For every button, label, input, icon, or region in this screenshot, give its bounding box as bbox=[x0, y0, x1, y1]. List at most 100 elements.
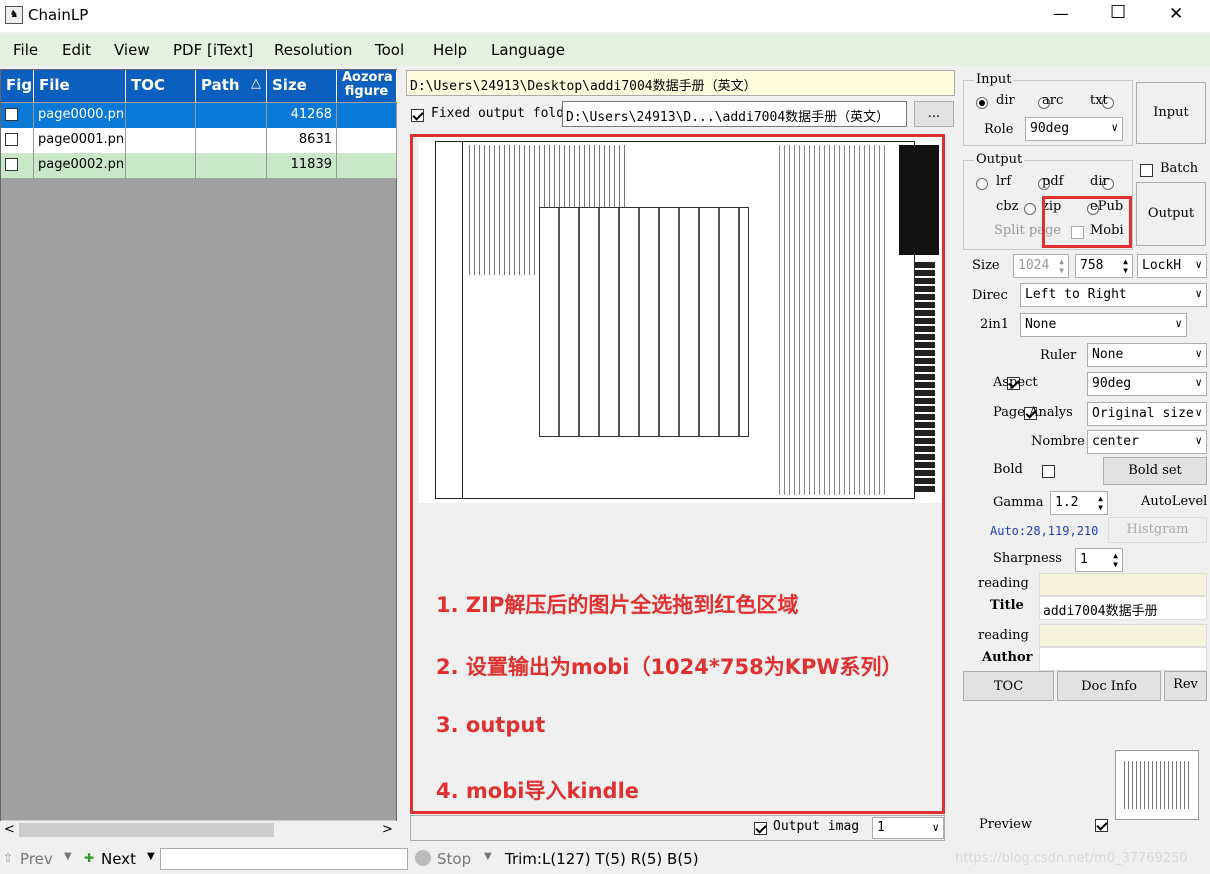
chevron-down-icon: ∨ bbox=[1195, 376, 1202, 389]
title-field[interactable]: addi7004数据手册 bbox=[1039, 596, 1207, 620]
maximize-button[interactable]: ☐ bbox=[1110, 2, 1126, 23]
menu-help[interactable]: Help bbox=[433, 41, 467, 59]
toc-cell bbox=[126, 128, 196, 153]
next-button[interactable]: Next bbox=[101, 850, 136, 868]
instruction-1: 1. ZIP解压后的图片全选拖到红色区域 bbox=[436, 593, 799, 617]
datasheet-heading bbox=[915, 262, 935, 492]
scroll-left-icon[interactable]: < bbox=[4, 822, 15, 837]
chevron-down-icon: ∨ bbox=[1195, 287, 1202, 300]
header-toc[interactable]: TOC bbox=[126, 70, 196, 102]
output-image-checkbox[interactable] bbox=[754, 822, 767, 835]
prev-dropdown-icon[interactable]: ▼ bbox=[64, 851, 72, 862]
author-reading-field[interactable] bbox=[1039, 624, 1207, 647]
browse-button[interactable]: ... bbox=[914, 101, 954, 127]
author-field[interactable] bbox=[1039, 647, 1207, 671]
twoin1-select[interactable]: None ∨ bbox=[1020, 313, 1187, 337]
width-input[interactable]: 1024 ▲ ▼ bbox=[1013, 254, 1069, 278]
rev-button[interactable]: Rev bbox=[1164, 671, 1207, 701]
page-analysis-select[interactable]: Original size ∨ bbox=[1087, 402, 1207, 426]
nombre-select[interactable]: center ∨ bbox=[1087, 430, 1207, 454]
input-button[interactable]: Input bbox=[1136, 82, 1206, 144]
minimize-button[interactable]: — bbox=[1053, 4, 1069, 23]
thumbnail-content bbox=[1124, 761, 1190, 809]
spin-icon[interactable]: ▲ ▼ bbox=[1059, 257, 1064, 275]
output-path-field[interactable]: D:\Users\24913\D...\addi7004数据手册（英文） bbox=[562, 101, 907, 127]
lrf-radio[interactable] bbox=[976, 177, 988, 190]
chevron-down-icon: ∨ bbox=[1195, 406, 1202, 419]
gamma-input[interactable]: 1.2 ▲ ▼ bbox=[1050, 491, 1108, 515]
twoin1-label: 2in1 bbox=[980, 317, 1010, 332]
histgram-button[interactable]: Histgram bbox=[1108, 517, 1207, 543]
fig-cell[interactable] bbox=[1, 153, 34, 178]
input-path-field[interactable]: D:\Users\24913\Desktop\addi7004数据手册（英文） bbox=[406, 70, 955, 96]
header-size[interactable]: Size bbox=[267, 70, 337, 102]
menu-view[interactable]: View bbox=[114, 41, 150, 59]
spin-icon[interactable]: ▲ ▼ bbox=[1098, 494, 1103, 512]
menu-language[interactable]: Language bbox=[491, 41, 565, 59]
header-path[interactable]: Path △ bbox=[196, 70, 267, 102]
nav-field[interactable] bbox=[160, 848, 408, 870]
header-file[interactable]: File bbox=[34, 70, 126, 102]
next-dropdown-icon[interactable]: ▼ bbox=[147, 851, 155, 862]
cbz-radio[interactable] bbox=[1024, 202, 1037, 215]
stop-dropdown-icon[interactable]: ▼ bbox=[484, 851, 492, 862]
menu-pdf[interactable]: PDF [iText] bbox=[173, 41, 253, 59]
sharpness-input[interactable]: 1 ▲ ▼ bbox=[1075, 548, 1123, 572]
menu-tool[interactable]: Tool bbox=[375, 41, 404, 59]
fig-checkbox[interactable] bbox=[5, 158, 18, 171]
lock-select[interactable]: LockH ∨ bbox=[1137, 254, 1207, 278]
aspect-select[interactable]: 90deg ∨ bbox=[1087, 372, 1207, 396]
preview-checkbox[interactable] bbox=[1095, 819, 1109, 832]
role-label: Role bbox=[984, 122, 1014, 137]
fig-checkbox[interactable] bbox=[5, 133, 18, 146]
notes-sidebar bbox=[435, 141, 463, 499]
preview-area[interactable]: 1. ZIP解压后的图片全选拖到红色区域 2. 设置输出为mobi（1024*7… bbox=[410, 134, 945, 814]
table-row[interactable]: page0000.png 41268 bbox=[1, 103, 397, 128]
spin-icon[interactable]: ▲ ▼ bbox=[1113, 551, 1118, 569]
fig-checkbox[interactable] bbox=[5, 108, 18, 121]
file-grid[interactable]: Fig File TOC Path △ Size Aozora figure pa… bbox=[0, 69, 397, 838]
title-reading-field[interactable] bbox=[1039, 573, 1207, 596]
scroll-right-icon[interactable]: > bbox=[382, 822, 393, 837]
ruler-select[interactable]: None ∨ bbox=[1087, 343, 1207, 367]
twoin1-value: None bbox=[1025, 317, 1057, 332]
fig-cell[interactable] bbox=[1, 128, 34, 153]
prev-button[interactable]: Prev bbox=[20, 850, 53, 868]
dir-radio[interactable] bbox=[976, 96, 988, 109]
width-value: 1024 bbox=[1018, 258, 1050, 273]
batch-checkbox[interactable] bbox=[1140, 164, 1153, 177]
height-input[interactable]: 758 ▲ ▼ bbox=[1075, 254, 1133, 278]
role-select[interactable]: 90deg ∨ bbox=[1025, 117, 1123, 141]
menu-resolution[interactable]: Resolution bbox=[274, 41, 352, 59]
close-button[interactable]: ✕ bbox=[1169, 4, 1183, 24]
menu-edit[interactable]: Edit bbox=[62, 41, 91, 59]
bold-checkbox[interactable] bbox=[1041, 465, 1055, 478]
stop-button[interactable]: Stop bbox=[437, 850, 471, 868]
bold-label: Bold bbox=[993, 462, 1023, 477]
table-row[interactable]: page0001.png 8631 bbox=[1, 128, 397, 153]
bold-set-button[interactable]: Bold set bbox=[1103, 457, 1207, 485]
output-image-bar: Output imag 1 ∨ bbox=[410, 815, 945, 841]
size-label: Size bbox=[972, 258, 1000, 273]
table-row[interactable]: page0002.png 11839 bbox=[1, 153, 397, 178]
stop-icon bbox=[415, 850, 431, 866]
spin-icon[interactable]: ▲ ▼ bbox=[1123, 257, 1128, 275]
output-image-select[interactable]: 1 ∨ bbox=[872, 817, 944, 839]
toc-button[interactable]: TOC bbox=[963, 671, 1054, 701]
file-cell: page0000.png bbox=[34, 103, 126, 128]
chevron-down-icon: ∨ bbox=[1111, 121, 1118, 134]
fig-cell[interactable] bbox=[1, 103, 34, 128]
fixed-output-checkbox[interactable] bbox=[411, 109, 424, 122]
scroll-thumb[interactable] bbox=[19, 823, 274, 837]
direc-select[interactable]: Left to Right ∨ bbox=[1020, 283, 1207, 307]
size-cell: 11839 bbox=[267, 153, 337, 178]
horizontal-scrollbar[interactable]: < > bbox=[1, 820, 396, 838]
menu-bar: File Edit View PDF [iText] Resolution To… bbox=[0, 34, 1210, 66]
gamma-value: 1.2 bbox=[1055, 495, 1079, 510]
header-fig[interactable]: Fig bbox=[1, 70, 34, 102]
header-aozora[interactable]: Aozora figure bbox=[337, 70, 397, 102]
doc-info-button[interactable]: Doc Info bbox=[1057, 671, 1161, 701]
menu-file[interactable]: File bbox=[13, 41, 38, 59]
output-button[interactable]: Output bbox=[1136, 182, 1206, 246]
size-cell: 8631 bbox=[267, 128, 337, 153]
